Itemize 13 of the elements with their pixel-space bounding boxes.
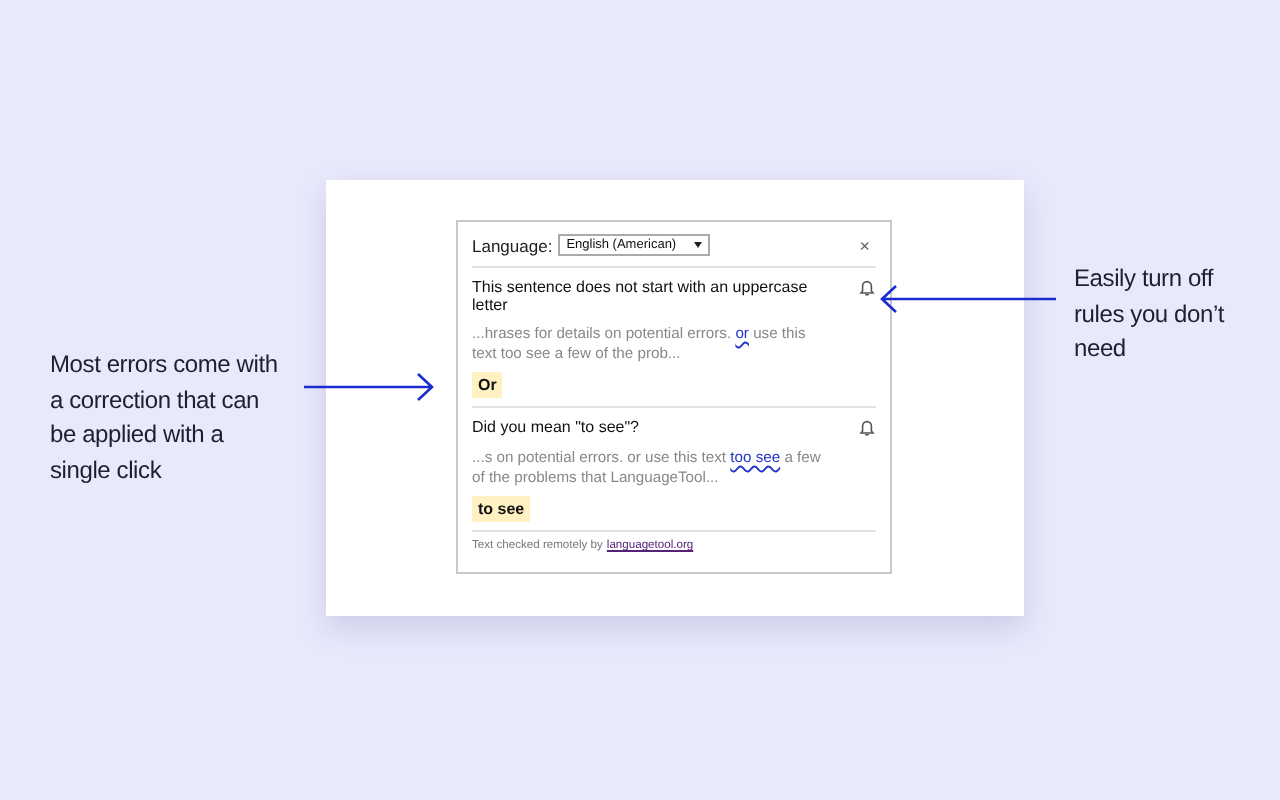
- callout-text: Easily turn off rules you don’t need: [1074, 262, 1227, 366]
- suggestion-button[interactable]: Or: [472, 372, 503, 398]
- arrow-icon: [304, 372, 436, 402]
- error-message: Did you mean "to see"?: [472, 418, 642, 436]
- bell-icon[interactable]: [858, 278, 876, 298]
- arrow-icon: [880, 284, 1056, 314]
- caret-icon: [694, 242, 703, 248]
- bell-icon[interactable]: [858, 418, 876, 438]
- error-message: This sentence does not start with an uppercase letter: [472, 278, 810, 314]
- language-label: Language:: [472, 235, 553, 255]
- suggestion-button[interactable]: to see: [472, 496, 531, 522]
- close-button[interactable]: ×: [853, 235, 876, 255]
- callout-text: Most errors come with a correction that can be applied with a single click: [50, 348, 280, 487]
